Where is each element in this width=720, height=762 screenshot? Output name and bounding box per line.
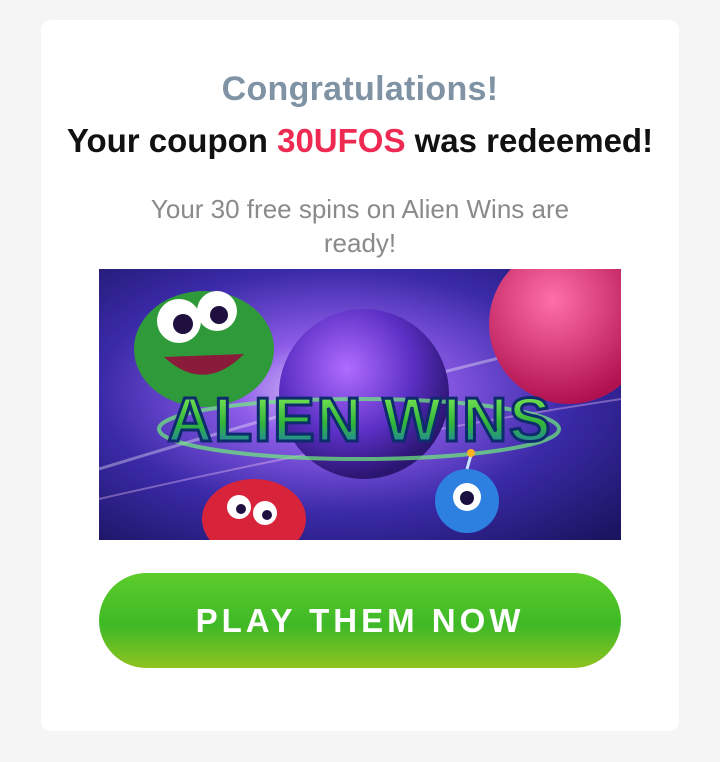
banner-logo-text: ALIEN WINS — [167, 386, 552, 455]
coupon-card: Congratulations! Your coupon 30UFOS was … — [41, 20, 679, 731]
coupon-code: 30UFOS — [277, 122, 406, 159]
free-spins-message: Your 30 free spins on Alien Wins are rea… — [150, 194, 570, 258]
play-them-now-button[interactable]: PLAY THEM NOW — [99, 573, 621, 668]
coupon-prefix-text: Your coupon — [66, 122, 278, 159]
coupon-redeemed-title: Your coupon 30UFOS was redeemed! — [41, 122, 679, 160]
congrats-title: Congratulations! — [221, 70, 499, 108]
coupon-suffix-text: was redeemed! — [405, 122, 654, 159]
game-banner-image: ALIEN WINS — [99, 269, 621, 540]
